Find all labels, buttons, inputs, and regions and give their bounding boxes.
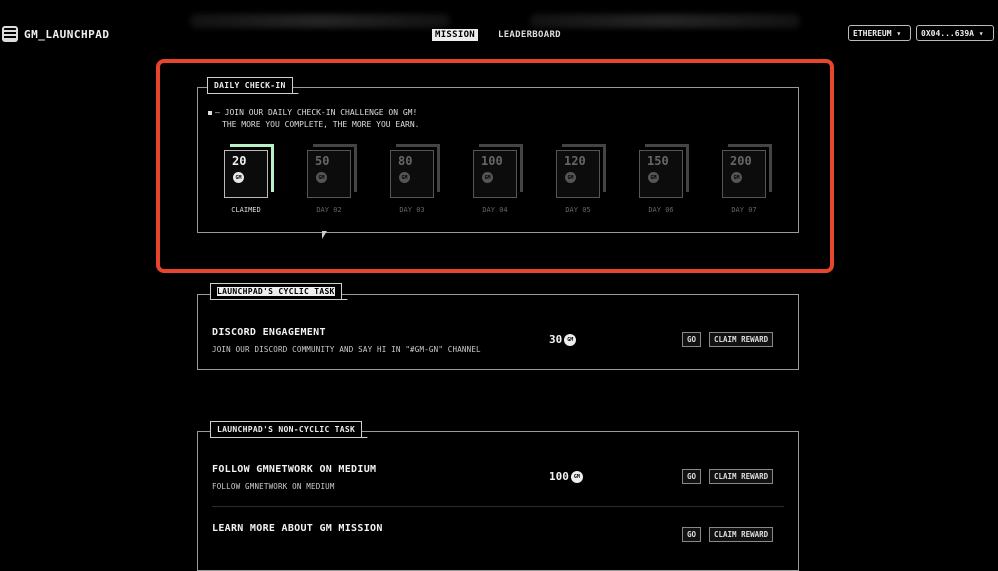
task-title: DISCORD ENGAGEMENT <box>212 327 326 338</box>
day-label: DAY 03 <box>399 206 425 214</box>
top-bar: GM_LAUNCHPAD MISSION LEADERBOARD ETHEREU… <box>0 0 998 68</box>
day-amount: 120 <box>564 154 586 168</box>
go-button[interactable]: GO <box>682 332 702 347</box>
task-title: LEARN MORE ABOUT GM MISSION <box>212 523 383 534</box>
gm-coin-icon: GM <box>565 172 576 183</box>
task-description: FOLLOW GMNETWORK ON MEDIUM <box>212 482 335 491</box>
day-amount: 20 <box>232 154 247 168</box>
network-select[interactable]: ETHEREUM ▾ <box>848 25 911 41</box>
mouse-cursor-icon <box>322 231 327 239</box>
task-description: JOIN OUR DISCORD COMMUNITY AND SAY HI IN… <box>212 345 481 354</box>
reward-amount: 100 <box>549 470 569 483</box>
day-amount: 80 <box>398 154 413 168</box>
gm-coin-icon: GM <box>316 172 327 183</box>
claim-reward-button[interactable]: CLAIM REWARD <box>709 469 774 484</box>
day-label: DAY 04 <box>482 206 508 214</box>
logo-icon <box>2 26 18 42</box>
blurred-banner <box>530 14 800 28</box>
day-label: DAY 06 <box>648 206 674 214</box>
wallet-address-button[interactable]: 0X04...639A ▾ <box>916 25 994 41</box>
intro-line-2: THE MORE YOU COMPLETE, THE MORE YOU EARN… <box>222 120 420 129</box>
task-title: FOLLOW GMNETWORK ON MEDIUM <box>212 464 377 475</box>
day-label: DAY 07 <box>731 206 757 214</box>
logo[interactable]: GM_LAUNCHPAD <box>2 26 109 42</box>
gm-coin-icon: GM <box>648 172 659 183</box>
day-amount: 150 <box>647 154 669 168</box>
gm-coin-icon: GM <box>564 333 577 346</box>
divider <box>212 506 784 507</box>
gm-coin-icon: GM <box>570 470 583 483</box>
gm-coin-icon: GM <box>399 172 410 183</box>
intro-line-1: JOIN OUR DAILY CHECK-IN CHALLENGE ON GM! <box>224 108 418 117</box>
day-label: DAY 02 <box>316 206 342 214</box>
gm-coin-icon: GM <box>233 172 244 183</box>
bullet-icon <box>208 110 212 115</box>
claim-reward-button[interactable]: CLAIM REWARD <box>709 527 774 542</box>
reward-amount: 30 <box>549 333 563 346</box>
day-amount: 100 <box>481 154 503 168</box>
cyclic-task-tab-label: LAUNCHPAD'S CYCLIC TASK <box>217 287 335 296</box>
day-label: DAY 05 <box>565 206 591 214</box>
task-reward: 30 GM <box>549 333 577 346</box>
claim-reward-button[interactable]: CLAIM REWARD <box>709 332 774 347</box>
nav-mission[interactable]: MISSION <box>432 29 479 41</box>
gm-coin-icon: GM <box>482 172 493 183</box>
day-label: CLAIMED <box>231 206 261 214</box>
task-reward: 100 GM <box>549 470 583 483</box>
gm-coin-icon: GM <box>731 172 742 183</box>
noncyclic-task-panel <box>197 431 799 571</box>
logo-text: GM_LAUNCHPAD <box>24 27 110 41</box>
go-button[interactable]: GO <box>682 469 702 484</box>
day-amount: 200 <box>730 154 752 168</box>
go-button[interactable]: GO <box>682 527 702 542</box>
checkin-intro: — JOIN OUR DAILY CHECK-IN CHALLENGE ON G… <box>208 107 419 131</box>
noncyclic-task-tab: LAUNCHPAD'S NON-CYCLIC TASK <box>210 421 363 438</box>
daily-checkin-tab: DAILY CHECK-IN <box>207 77 293 94</box>
blurred-banner <box>190 14 450 28</box>
cyclic-task-tab: LAUNCHPAD'S CYCLIC TASK <box>210 283 342 300</box>
nav-leaderboard[interactable]: LEADERBOARD <box>498 29 561 41</box>
day-amount: 50 <box>315 154 330 168</box>
